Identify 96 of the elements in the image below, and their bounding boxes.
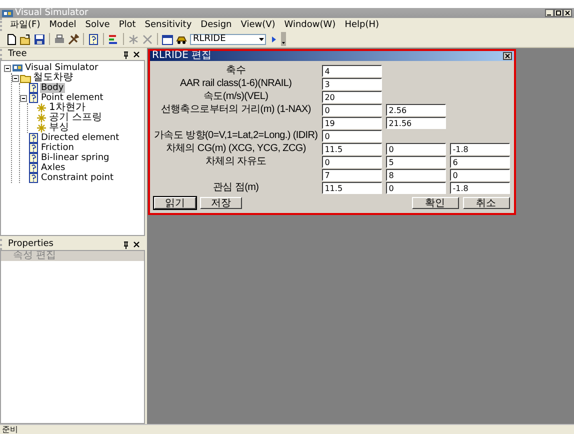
menu-item[interactable]: Window(W)	[284, 20, 336, 30]
pin-icon[interactable]	[122, 50, 130, 58]
open-folder-icon[interactable]	[20, 34, 31, 44]
question-mark-icon	[28, 153, 39, 163]
dropdown-arrow-icon	[258, 36, 265, 42]
tree-item[interactable]: Visual Simulator	[24, 63, 100, 73]
sparkle-icon	[36, 103, 47, 113]
folder-icon	[20, 73, 31, 83]
tree-item[interactable]: Point element	[40, 93, 104, 103]
dialog-button[interactable]: 저장	[200, 197, 242, 209]
field-label: AAR rail class(1-6)(NRAIL)	[179, 78, 293, 90]
expander-icon[interactable]	[20, 94, 27, 102]
input-field[interactable]: 0	[450, 169, 510, 181]
input-field[interactable]: 0	[322, 104, 382, 116]
tree-item[interactable]: 1차현가	[48, 103, 86, 113]
expander-icon[interactable]	[12, 74, 19, 82]
chart-icon[interactable]	[108, 34, 119, 44]
input-field[interactable]: 19	[322, 117, 382, 129]
status-text: 준비	[2, 425, 18, 434]
maximize-icon[interactable]	[554, 9, 563, 17]
question-mark-icon	[28, 83, 39, 93]
tree-item[interactable]: 부싱	[48, 123, 70, 133]
play-icon[interactable]	[269, 34, 278, 44]
panel-title: Tree	[8, 49, 27, 60]
toolbar-overflow-icon[interactable]	[281, 32, 286, 46]
menu-item[interactable]: Solve	[85, 20, 110, 30]
close-icon[interactable]	[133, 50, 141, 58]
question-mark-icon	[28, 173, 39, 183]
vehicle-icon[interactable]	[176, 34, 187, 44]
window-title: Visual Simulator	[15, 8, 90, 18]
input-field[interactable]: 11.5	[322, 143, 382, 155]
close-icon[interactable]	[563, 9, 572, 17]
question-mark-icon	[28, 143, 39, 153]
input-field[interactable]: 0	[322, 156, 382, 168]
sparkle-icon	[36, 113, 47, 123]
tree-item[interactable]: Constraint point	[40, 173, 114, 183]
menu-item[interactable]: Model	[49, 20, 76, 30]
input-field[interactable]: 0	[386, 143, 446, 155]
minimize-icon[interactable]	[545, 9, 554, 17]
question-mark-icon	[28, 93, 39, 103]
input-field[interactable]: 4	[322, 65, 382, 77]
app-icon	[2, 9, 13, 17]
menu-item[interactable]: View(V)	[240, 20, 276, 30]
simulator-icon	[12, 63, 23, 73]
input-field[interactable]: 11.5	[322, 182, 382, 194]
tree-item[interactable]: Body	[40, 83, 65, 93]
field-label: 축수	[225, 65, 247, 77]
field-label: 차체의 자유도	[204, 156, 268, 168]
panel-title: Properties	[8, 239, 54, 250]
question-mark-icon	[28, 133, 39, 143]
tree-item[interactable]: Directed element	[40, 133, 120, 143]
dialog-button[interactable]: 확인	[412, 197, 459, 209]
tree-item[interactable]: Friction	[40, 143, 75, 153]
calendar-icon[interactable]	[162, 34, 173, 44]
print-icon[interactable]	[54, 34, 65, 44]
input-field[interactable]: 2.56	[386, 104, 446, 116]
tools-icon[interactable]	[68, 34, 79, 44]
dialog-button[interactable]: 읽기	[154, 197, 196, 209]
input-field[interactable]: 7	[322, 169, 382, 181]
close-icon[interactable]	[133, 240, 141, 248]
menu-item[interactable]: Design	[200, 20, 232, 30]
tree-item[interactable]: 철도차량	[32, 73, 74, 83]
field-label: 선행축으로부터의 거리(m) (1-NAX)	[160, 104, 312, 116]
pin-icon[interactable]	[122, 240, 130, 248]
input-field[interactable]: -1.8	[450, 143, 510, 155]
menu-item[interactable]: 파일(F)	[10, 18, 40, 31]
tree-item[interactable]: Axles	[40, 163, 66, 173]
sparkle-icon	[36, 123, 47, 133]
field-label: 가속도 방향(0=V,1=Lat,2=Long.) (IDIR)	[154, 130, 318, 142]
question-mark-icon	[28, 163, 39, 173]
field-label: 관심 점(m)	[212, 182, 260, 194]
model-dropdown[interactable]: RLRIDE	[190, 34, 266, 44]
tree-item[interactable]: Bi-linear spring	[40, 153, 110, 163]
input-field[interactable]: 21.56	[386, 117, 446, 129]
menu-item[interactable]: Help(H)	[344, 20, 380, 30]
menu-item[interactable]: Sensitivity	[144, 20, 192, 30]
input-field[interactable]: 5	[386, 156, 446, 168]
properties-header: 속성 편집	[1, 251, 144, 261]
dialog-button[interactable]: 취소	[462, 197, 510, 209]
input-field[interactable]: 8	[386, 169, 446, 181]
input-field[interactable]: 0	[322, 130, 382, 142]
dialog-title: RLRIDE 편집	[152, 51, 212, 61]
save-icon[interactable]	[34, 34, 45, 44]
input-field[interactable]: 20	[322, 91, 382, 103]
new-file-icon[interactable]	[6, 34, 17, 44]
input-field[interactable]: -1.8	[450, 182, 510, 194]
tree-item[interactable]: 공기 스프링	[48, 113, 104, 123]
input-field[interactable]: 6	[450, 156, 510, 168]
close-icon[interactable]	[502, 52, 512, 60]
menu-item[interactable]: Plot	[118, 20, 136, 30]
field-label: 차체의 CG(m) (XCG, YCG, ZCG)	[164, 143, 307, 155]
help-icon[interactable]	[88, 34, 99, 44]
expander-icon[interactable]	[4, 64, 11, 72]
input-field[interactable]: 3	[322, 78, 382, 90]
field-label: 속도(m/s)(VEL)	[202, 91, 270, 103]
input-field[interactable]: 0	[386, 182, 446, 194]
